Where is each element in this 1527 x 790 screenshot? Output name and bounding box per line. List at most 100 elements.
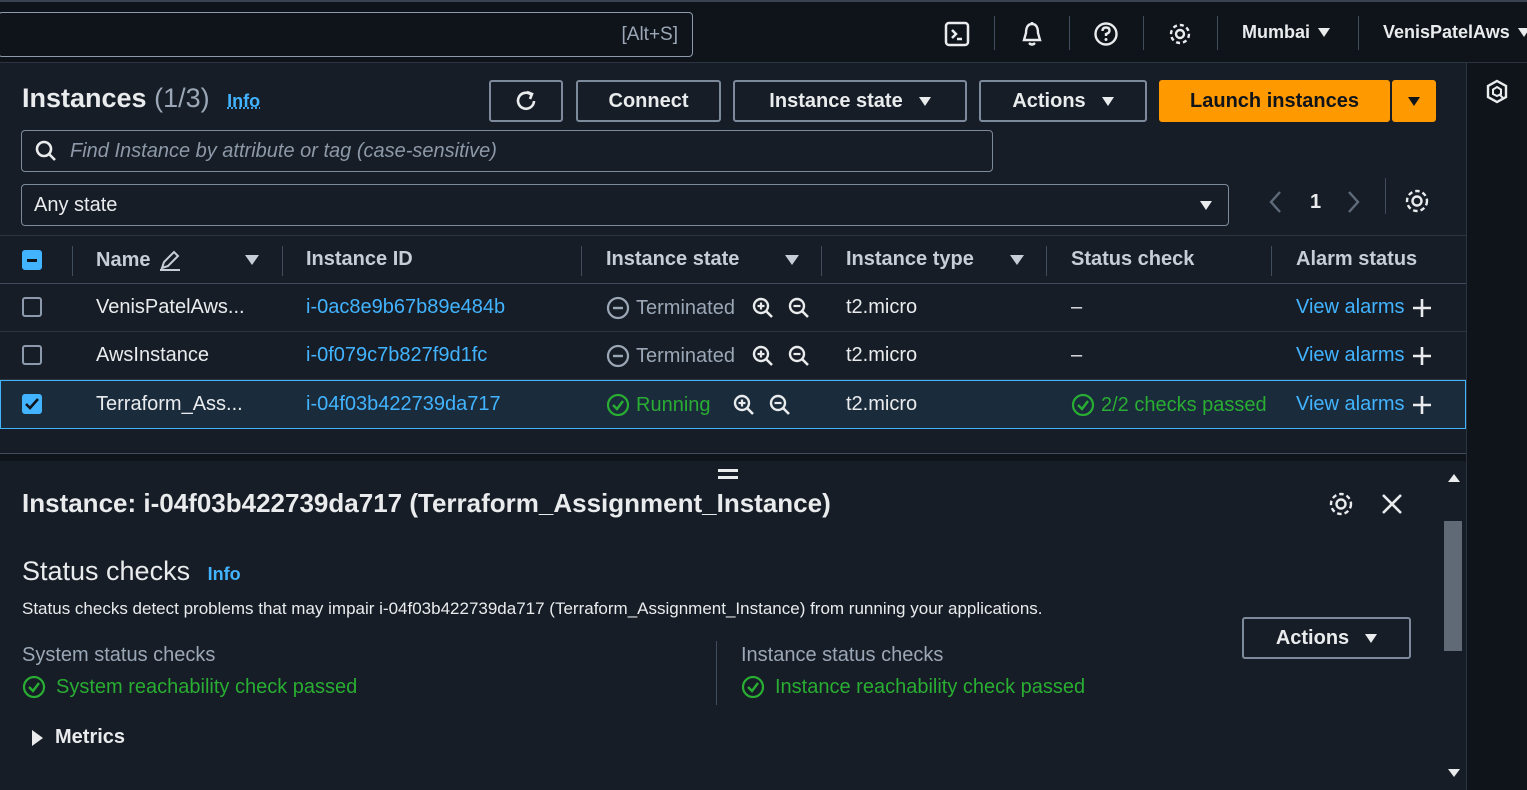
row-checkbox[interactable]	[22, 345, 42, 365]
zoom-in-icon[interactable]	[751, 344, 775, 368]
resize-handle-icon[interactable]	[718, 469, 738, 479]
row-checkbox[interactable]	[22, 297, 42, 317]
connect-button[interactable]: Connect	[576, 80, 721, 122]
column-alarm-status[interactable]: Alarm status	[1296, 248, 1417, 271]
main-content: Instances (1/3) Info Connect Instance st…	[0, 63, 1466, 790]
settings-icon[interactable]	[1166, 20, 1194, 48]
close-icon[interactable]	[1380, 492, 1404, 521]
panel-settings-icon[interactable]	[1327, 490, 1355, 523]
system-status-result: System reachability check passed	[22, 675, 357, 699]
info-link[interactable]: Info	[227, 91, 260, 111]
right-utility-rail	[1466, 63, 1527, 790]
view-alarms-link[interactable]: View alarms	[1296, 296, 1433, 319]
table-row[interactable]: AwsInstance i-0f079c7b827f9d1fc Terminat…	[0, 332, 1466, 380]
scroll-down-icon[interactable]	[1448, 769, 1460, 777]
status-check: –	[1071, 344, 1082, 367]
sort-icon[interactable]	[1010, 255, 1024, 265]
terminated-icon	[606, 344, 630, 368]
instance-type: t2.micro	[846, 393, 917, 416]
chevron-down-icon	[1365, 634, 1377, 643]
table-row[interactable]: VenisPatelAws... i-0ac8e9b67b89e484b Ter…	[0, 284, 1466, 332]
chevron-right-icon[interactable]	[1343, 188, 1363, 216]
page-title: Instances (1/3) Info	[22, 83, 260, 114]
global-search-input[interactable]: [Alt+S]	[0, 12, 693, 57]
check-circle-icon	[741, 675, 765, 699]
zoom-out-icon[interactable]	[787, 344, 811, 368]
bell-icon[interactable]	[1018, 20, 1046, 48]
metrics-expander[interactable]: Metrics	[32, 726, 125, 749]
status-check: –	[1071, 296, 1082, 319]
panel-splitter[interactable]	[0, 453, 1466, 461]
refresh-icon	[513, 88, 539, 114]
column-instance-type[interactable]: Instance type	[846, 248, 974, 271]
instance-type: t2.micro	[846, 344, 917, 367]
instance-state: Running	[606, 393, 711, 417]
terminated-icon	[606, 296, 630, 320]
table-row-selected[interactable]: Terraform_Ass... i-04f03b422739da717 Run…	[0, 380, 1466, 429]
chevron-left-icon[interactable]	[1266, 188, 1286, 216]
launch-instances-button[interactable]: Launch instances	[1159, 80, 1390, 122]
status-checks-title: Status checks Info	[22, 556, 241, 587]
instance-state-button[interactable]: Instance state	[733, 80, 967, 122]
instance-id-link[interactable]: i-04f03b422739da717	[306, 393, 501, 416]
state-filter-select[interactable]: Any state	[21, 184, 1229, 226]
check-circle-icon	[1071, 393, 1095, 417]
state-filter-value: Any state	[34, 194, 117, 217]
zoom-out-icon[interactable]	[768, 393, 792, 417]
column-name[interactable]: Name	[96, 248, 182, 272]
row-checkbox[interactable]	[22, 394, 42, 414]
chevron-down-icon	[1318, 28, 1330, 37]
region-selector[interactable]: Mumbai	[1242, 22, 1330, 43]
instance-search-input[interactable]: Find Instance by attribute or tag (case-…	[21, 130, 993, 172]
plus-icon[interactable]	[1411, 394, 1433, 416]
system-status-label: System status checks	[22, 644, 215, 667]
page-number[interactable]: 1	[1310, 191, 1321, 214]
help-icon[interactable]	[1092, 20, 1120, 48]
zoom-out-icon[interactable]	[787, 296, 811, 320]
chevron-down-icon	[1200, 201, 1212, 210]
table-header: Name Instance ID Instance state Instance…	[0, 235, 1466, 284]
check-circle-icon	[606, 393, 630, 417]
scroll-up-icon[interactable]	[1448, 474, 1460, 482]
search-icon	[34, 139, 58, 163]
view-alarms-link[interactable]: View alarms	[1296, 344, 1433, 367]
column-instance-state[interactable]: Instance state	[606, 248, 739, 271]
instance-name: Terraform_Ass...	[96, 393, 243, 416]
instance-count: (1/3)	[154, 83, 210, 113]
sort-icon[interactable]	[245, 255, 259, 265]
instance-name: AwsInstance	[96, 344, 209, 367]
instance-id-link[interactable]: i-0f079c7b827f9d1fc	[306, 344, 487, 367]
launch-dropdown-button[interactable]	[1392, 80, 1436, 122]
chevron-down-icon	[1102, 97, 1114, 106]
cloudshell-icon[interactable]	[943, 20, 971, 48]
column-instance-id[interactable]: Instance ID	[306, 248, 413, 271]
check-circle-icon	[22, 675, 46, 699]
q-assistant-icon[interactable]	[1485, 79, 1509, 110]
zoom-in-icon[interactable]	[751, 296, 775, 320]
view-alarms-link[interactable]: View alarms	[1296, 393, 1433, 416]
instance-name: VenisPatelAws...	[96, 296, 245, 319]
status-checks-description: Status checks detect problems that may i…	[22, 599, 1043, 619]
region-label: Mumbai	[1242, 22, 1310, 43]
column-status-check[interactable]: Status check	[1071, 248, 1194, 271]
actions-button[interactable]: Actions	[979, 80, 1147, 122]
refresh-button[interactable]	[489, 80, 563, 122]
info-link[interactable]: Info	[208, 564, 241, 584]
vertical-scrollbar[interactable]	[1440, 461, 1466, 790]
search-placeholder: Find Instance by attribute or tag (case-…	[70, 140, 497, 163]
sort-icon[interactable]	[785, 255, 799, 265]
edit-icon	[158, 248, 182, 272]
scroll-thumb[interactable]	[1444, 521, 1462, 651]
plus-icon[interactable]	[1411, 345, 1433, 367]
instance-state: Terminated	[606, 344, 735, 368]
detail-title: Instance: i-04f03b422739da717 (Terraform…	[22, 488, 831, 519]
plus-icon[interactable]	[1411, 297, 1433, 319]
table-preferences-icon[interactable]	[1403, 187, 1431, 220]
zoom-in-icon[interactable]	[732, 393, 756, 417]
status-actions-button[interactable]: Actions	[1242, 617, 1411, 659]
account-menu[interactable]: VenisPatelAws	[1383, 22, 1527, 43]
instances-header: Instances (1/3) Info Connect Instance st…	[0, 63, 1466, 235]
caret-right-icon	[32, 730, 43, 746]
select-all-checkbox[interactable]	[22, 250, 42, 270]
instance-id-link[interactable]: i-0ac8e9b67b89e484b	[306, 296, 505, 319]
